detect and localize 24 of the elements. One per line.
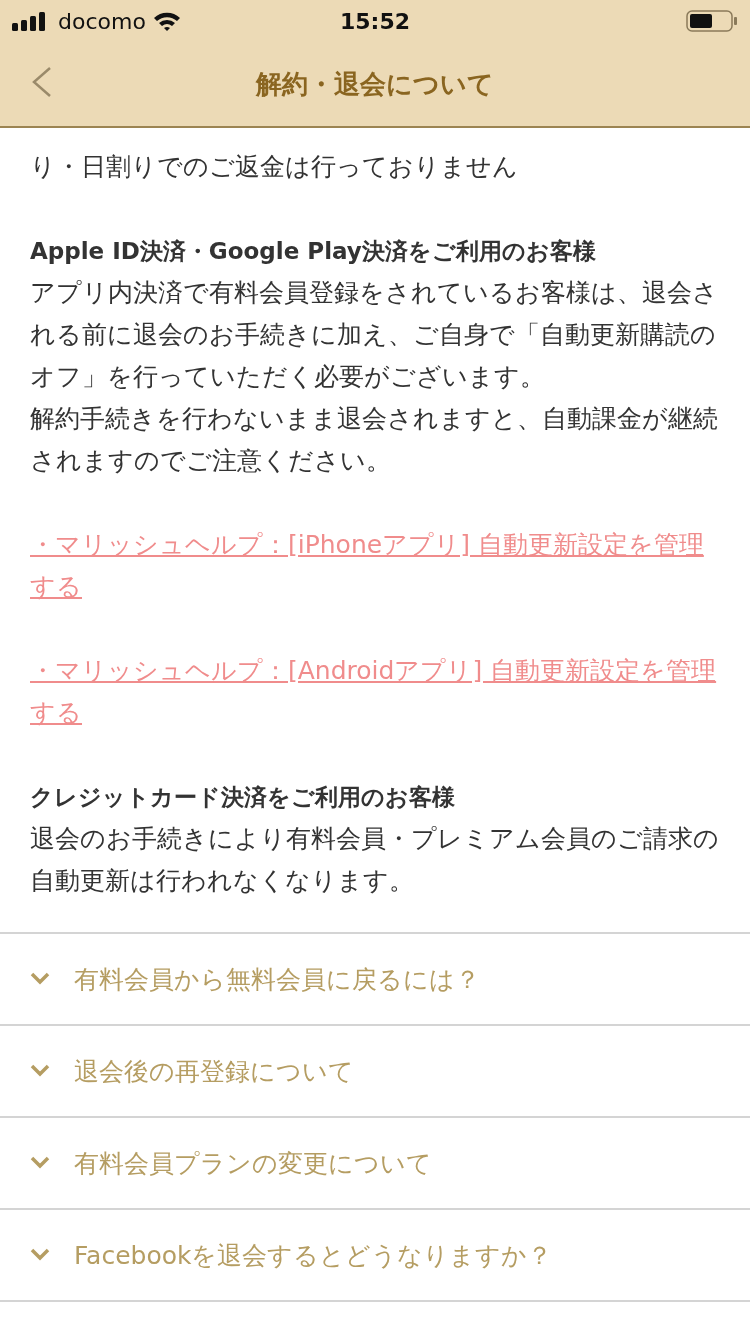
chevron-icon — [30, 1064, 50, 1078]
section-heading: Apple ID決済・Google Play決済をご利用のお客様 — [30, 237, 597, 266]
faq-question: Facebookを退会するとどうなりますか？ — [74, 1239, 553, 1272]
faq-item[interactable]: 有料会員から無料会員に戻るには？ — [0, 934, 750, 1026]
battery-icon — [686, 9, 738, 33]
section-heading: クレジットカード決済をご利用のお客様 — [30, 783, 456, 812]
body-text: り・日割りでのご返金は行っておりません — [30, 151, 519, 183]
faq-item[interactable]: 退会後の再登録について — [0, 1026, 750, 1118]
faq-question: 有料会員プランの変更について — [74, 1147, 432, 1180]
carrier-name: docomo — [58, 8, 146, 34]
body-text: 解約手続きを行わないまま退会されますと、自動課金が継続されますのでご注意ください。 — [30, 403, 719, 477]
faq-item[interactable]: 有料会員プランの変更について — [0, 1118, 750, 1210]
help-link[interactable]: ・マリッシュヘルプ：[Androidアプリ] 自動更新設定を管理する — [30, 650, 720, 734]
faq-item[interactable]: Facebookを退会するとどうなりますか？ — [0, 1210, 750, 1302]
status-time: 15:52 — [340, 8, 410, 34]
chevron-icon — [30, 1156, 50, 1170]
chevron-icon — [30, 1248, 50, 1262]
body-text: アプリ内決済で有料会員登録をされているお客様は、退会される前に退会のお手続きに加え、ご自身で「自動更新購読のオフ」を行っていただく必要がございます。 — [30, 277, 719, 393]
chevron-icon — [30, 972, 50, 986]
faq-question: 有料会員から無料会員に戻るには？ — [74, 963, 480, 996]
body-text: 退会のお手続きにより有料会員・プレミアム会員のご請求の自動更新は行われなくなります。 — [30, 823, 720, 897]
help-link[interactable]: ・マリッシュヘルプ：[iPhoneアプリ] 自動更新設定を管理する — [30, 524, 720, 608]
faq-question: 退会後の再登録について — [74, 1055, 354, 1088]
page-title: 解約・退会について — [256, 67, 494, 101]
